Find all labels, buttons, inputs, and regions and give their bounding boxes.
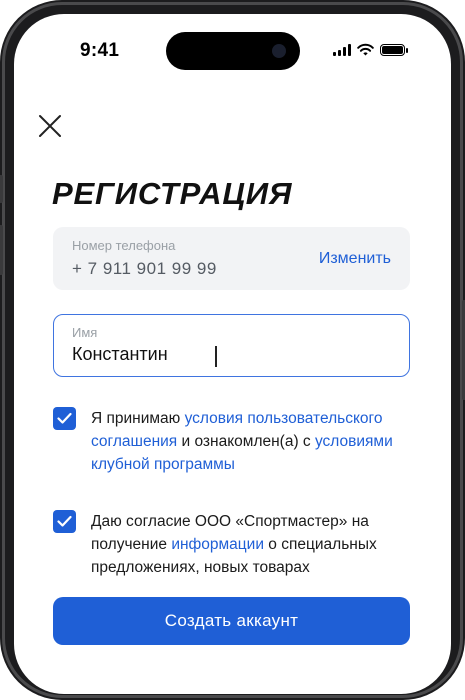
status-bar: 9:41 — [14, 14, 451, 84]
marketing-checkbox[interactable] — [53, 510, 76, 533]
marketing-consent-text: Даю согласие ООО «Спортмастер» на получе… — [91, 513, 377, 576]
cellular-signal-icon — [333, 43, 351, 56]
create-account-button[interactable]: Создать аккаунт — [53, 597, 410, 645]
text-caret — [215, 346, 217, 367]
side-button-left-1 — [0, 175, 3, 203]
status-icons — [333, 43, 408, 56]
screen: 9:41 РЕГИСТРАЦИЯ Номер телефона + 7 911 … — [14, 14, 451, 694]
status-time: 9:41 — [80, 40, 120, 61]
name-field[interactable]: Имя — [53, 314, 410, 377]
name-field-label: Имя — [72, 325, 98, 340]
battery-icon — [380, 43, 408, 56]
consent-terms: Я принимаю условия пользовательского сог… — [53, 407, 413, 502]
phone-field-label: Номер телефона — [72, 238, 176, 253]
wifi-icon — [357, 43, 374, 56]
camera-icon — [272, 44, 286, 58]
terms-checkbox[interactable] — [53, 407, 76, 430]
dynamic-island — [166, 32, 300, 70]
phone-number-field: Номер телефона + 7 911 901 99 99 Изменит… — [53, 227, 410, 290]
side-button-left-2 — [0, 225, 3, 275]
name-input[interactable] — [72, 344, 372, 365]
phone-field-value: + 7 911 901 99 99 — [72, 259, 217, 278]
page-title: РЕГИСТРАЦИЯ — [52, 176, 293, 211]
consent-marketing: Даю согласие ООО «Спортмастер» на получе… — [53, 510, 413, 585]
close-icon[interactable] — [37, 113, 63, 139]
change-phone-link[interactable]: Изменить — [319, 250, 391, 268]
checkmark-icon — [57, 412, 72, 424]
terms-consent-text: Я принимаю условия пользовательского сог… — [91, 410, 393, 473]
information-link[interactable]: информации — [171, 536, 264, 553]
checkmark-icon — [57, 515, 72, 527]
